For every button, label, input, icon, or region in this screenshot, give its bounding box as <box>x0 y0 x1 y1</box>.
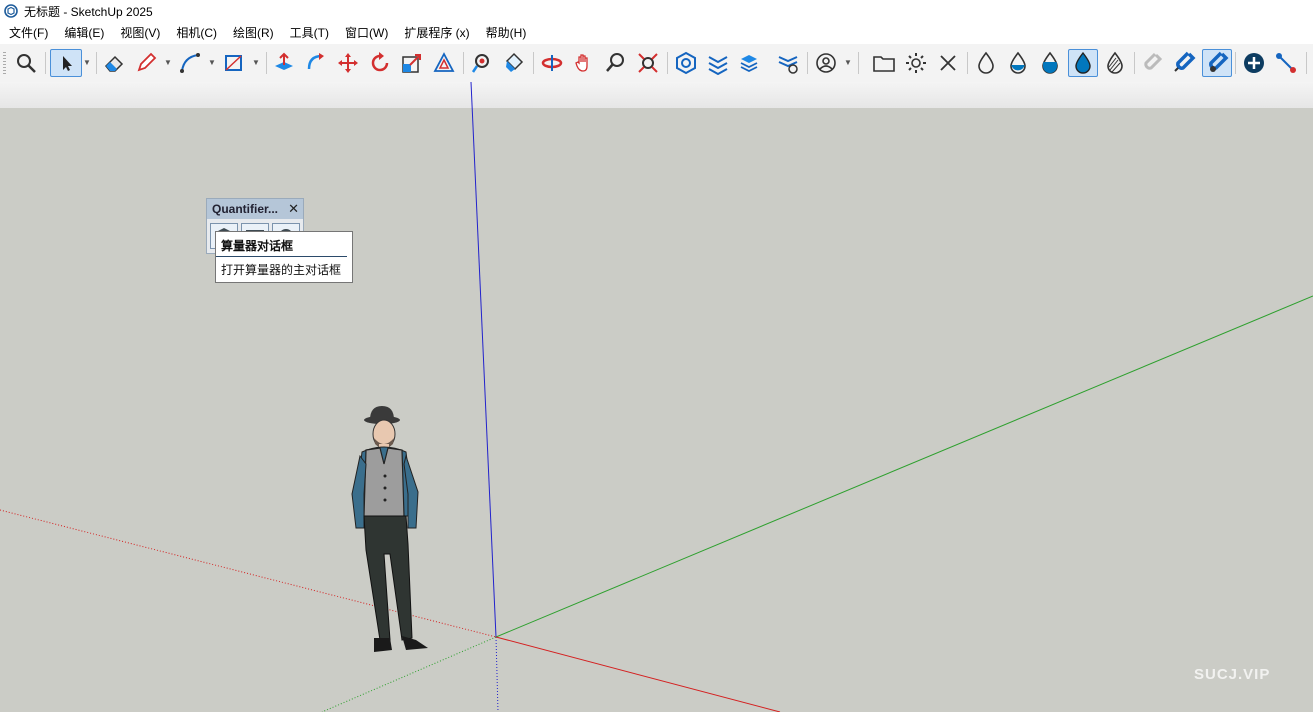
watermark: SUCJ.VIP <box>1194 666 1271 683</box>
blue-axis <box>470 81 497 638</box>
tooltip-title: 算量器对话框 <box>216 232 347 257</box>
axes <box>0 81 1313 712</box>
close-icon[interactable]: ✕ <box>288 201 299 217</box>
quantifier-panel-title: Quantifier... <box>212 202 279 216</box>
green-axis <box>495 295 1313 638</box>
blue-axis-negative <box>495 636 499 712</box>
scale-figure[interactable] <box>346 404 436 656</box>
tooltip: 算量器对话框 打开算量器的主对话框 <box>215 231 353 283</box>
tooltip-description: 打开算量器的主对话框 <box>221 263 342 277</box>
red-axis <box>495 636 781 712</box>
quantifier-panel-header[interactable]: Quantifier... ✕ <box>207 199 303 219</box>
